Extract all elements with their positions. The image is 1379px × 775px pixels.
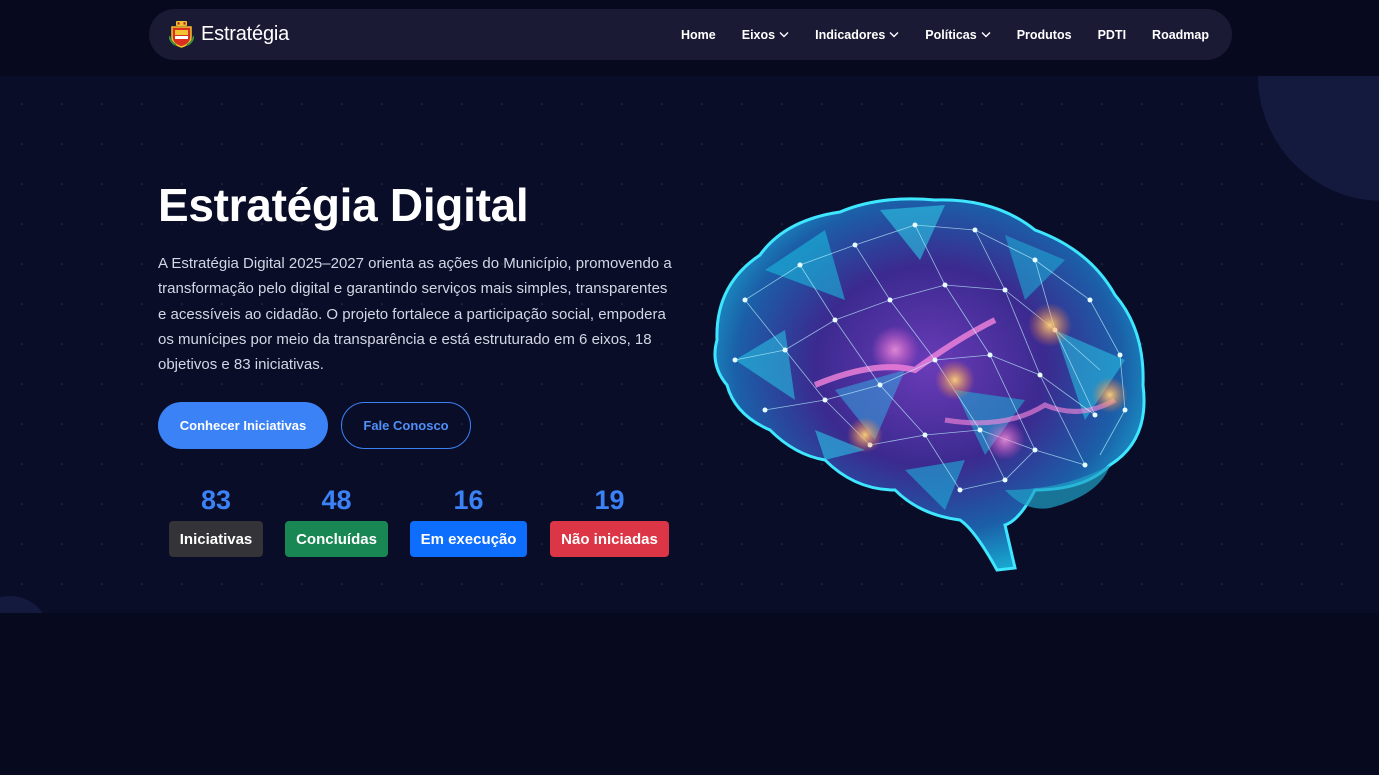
stat-value: 16: [453, 485, 484, 515]
nav-item-eixos[interactable]: Eixos: [742, 28, 789, 42]
chevron-down-icon: [889, 32, 899, 38]
nav-item-home[interactable]: Home: [681, 28, 716, 42]
nav-item-label: Políticas: [925, 27, 977, 42]
stat-nao-iniciadas: 19 Não iniciadas: [550, 484, 669, 557]
nav-item-label: Produtos: [1016, 27, 1072, 42]
nav-item-roadmap[interactable]: Roadmap: [1152, 28, 1209, 42]
chevron-down-icon: [981, 32, 991, 38]
nav-item-politicas[interactable]: Políticas: [925, 27, 991, 42]
status-badge: Iniciativas: [168, 521, 264, 557]
nav-item-label: Roadmap: [1152, 27, 1209, 42]
stat-value: 83: [200, 485, 232, 515]
chevron-down-icon: [779, 32, 789, 38]
nav-item-pdti[interactable]: PDTI: [1098, 28, 1126, 42]
status-badge: Não iniciadas: [550, 521, 669, 557]
stat-concluidas: 48 Concluídas: [285, 484, 388, 557]
nav-item-indicadores[interactable]: Indicadores: [815, 28, 899, 42]
nav-item-label: PDTI: [1097, 27, 1127, 42]
navbar: Estratégia Home Eixos Indicadores Políti…: [149, 9, 1232, 60]
brand[interactable]: Estratégia: [169, 20, 289, 48]
nav-item-produtos[interactable]: Produtos: [1017, 28, 1072, 42]
nav-item-label: Indicadores: [815, 27, 886, 42]
decorative-circle: [0, 596, 50, 613]
coat-of-arms-icon: [169, 21, 194, 48]
decorative-circle: [1258, 76, 1379, 201]
page-title: Estratégia Digital: [158, 179, 529, 231]
fale-conosco-button[interactable]: Fale Conosco: [341, 402, 471, 449]
brand-name: Estratégia: [201, 22, 290, 45]
stat-value: 19: [594, 485, 625, 515]
conhecer-iniciativas-button[interactable]: Conhecer Iniciativas: [158, 402, 328, 449]
brain-network-illustration: [713, 197, 1146, 572]
stat-value: 48: [321, 485, 352, 515]
status-badge: Em execução: [409, 521, 528, 557]
status-badge: Concluídas: [285, 521, 388, 557]
hero-description: A Estratégia Digital 2025–2027 orienta a…: [158, 255, 672, 374]
nav-menu: Home Eixos Indicadores Políticas Produto…: [655, 9, 1209, 60]
stat-em-execucao: 16 Em execução: [409, 484, 528, 557]
stat-iniciativas: 83 Iniciativas: [168, 484, 264, 557]
nav-item-label: Eixos: [741, 27, 776, 42]
nav-item-label: Home: [681, 27, 716, 42]
